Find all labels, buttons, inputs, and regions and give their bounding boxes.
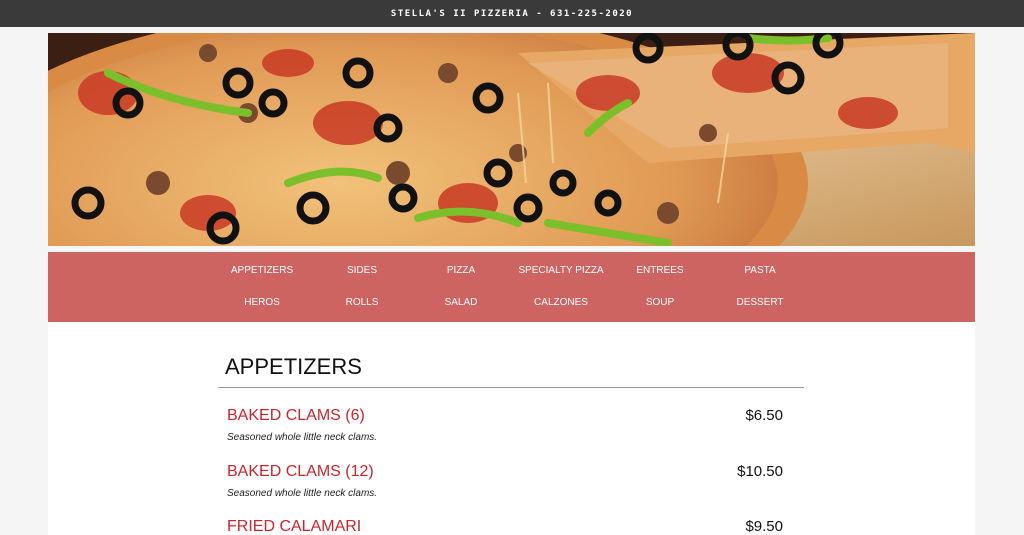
menu-item-price: $9.50	[745, 518, 783, 535]
menu-item-name: BAKED CLAMS (6)	[227, 407, 365, 424]
menu-item-price: $10.50	[737, 463, 783, 480]
nav-rolls[interactable]: ROLLS	[312, 297, 412, 309]
nav-appetizers[interactable]: APPETIZERS	[212, 265, 312, 277]
hero-banner-pizza-image	[48, 33, 975, 246]
nav-pasta[interactable]: PASTA	[710, 265, 810, 277]
menu-item-name: FRIED CALAMARI	[227, 518, 362, 535]
menu-content: APPETIZERS BAKED CLAMS (6) $6.50 Seasone…	[48, 322, 975, 535]
nav-entrees[interactable]: ENTREES	[610, 265, 710, 277]
nav-specialty-pizza[interactable]: SPECIALTY PIZZA	[511, 265, 611, 277]
nav-dessert[interactable]: DESSERT	[710, 297, 810, 309]
menu-navigation: APPETIZERS SIDES PIZZA SPECIALTY PIZZA E…	[48, 252, 975, 322]
nav-calzones[interactable]: CALZONES	[511, 297, 611, 309]
menu-item-description: Seasoned whole little neck clams.	[227, 432, 378, 443]
menu-item-price: $6.50	[745, 407, 783, 424]
section-title: APPETIZERS	[225, 354, 362, 379]
nav-salad[interactable]: SALAD	[411, 297, 511, 309]
nav-heros[interactable]: HEROS	[212, 297, 312, 309]
menu-item-description: Seasoned whole little neck clams.	[227, 488, 378, 499]
nav-soup[interactable]: SOUP	[610, 297, 710, 309]
site-header: STELLA'S II PIZZERIA - 631-225-2020	[0, 0, 1024, 27]
menu-item-name: BAKED CLAMS (12)	[227, 463, 374, 480]
nav-sides[interactable]: SIDES	[312, 265, 412, 277]
site-title: STELLA'S II PIZZERIA - 631-225-2020	[390, 8, 634, 19]
nav-pizza[interactable]: PIZZA	[411, 265, 511, 277]
section-divider	[218, 387, 804, 388]
